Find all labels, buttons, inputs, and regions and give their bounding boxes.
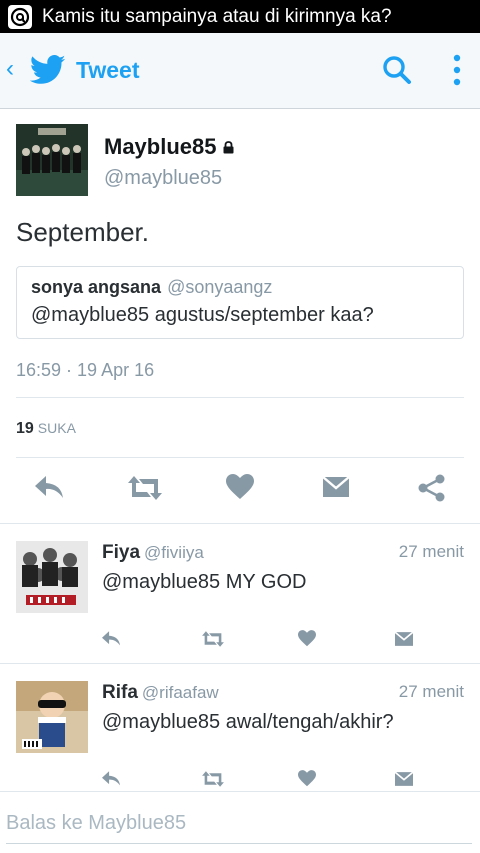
app-bar: ‹ Tweet	[0, 33, 480, 109]
reply-name-text: Rifa	[102, 682, 138, 703]
reply-tweet[interactable]: Rifa @rifaafaw 27 menit @mayblue85 awal/t…	[0, 663, 480, 803]
direct-message-icon[interactable]	[394, 630, 414, 648]
retweet-icon[interactable]	[200, 630, 226, 648]
more-vertical-icon[interactable]	[450, 53, 464, 87]
reply-name-text: Fiya	[102, 542, 141, 563]
reply-author-name: Rifa @rifaafaw	[102, 682, 219, 704]
lock-icon	[223, 140, 233, 153]
retweet-icon[interactable]	[200, 770, 226, 788]
avatar[interactable]	[16, 681, 88, 753]
author-name[interactable]: Mayblue85	[104, 134, 217, 160]
back-chevron-icon[interactable]: ‹	[6, 55, 14, 83]
twitter-bird-icon	[30, 55, 66, 84]
quoted-name-text: sonya angsana	[31, 277, 162, 297]
quoted-tweet-text: @mayblue85 agustus/september kaa?	[31, 304, 374, 326]
reply-text: @mayblue85 awal/tengah/akhir?	[102, 711, 394, 733]
reply-author-handle: @rifaafaw	[141, 683, 219, 702]
direct-message-icon[interactable]	[322, 474, 350, 500]
reply-icon[interactable]	[100, 630, 122, 648]
divider	[16, 397, 464, 398]
quoted-author-handle: @sonyaangz	[167, 277, 273, 297]
tweet-timestamp: 16:59 · 19 Apr 16	[16, 360, 155, 380]
retweet-icon[interactable]	[127, 474, 163, 502]
likes-summary[interactable]: 19 SUKA	[16, 420, 76, 438]
likes-count: 19	[16, 420, 34, 437]
tweet-text: September.	[16, 217, 149, 247]
reply-author-name: Fiya @fiviiya	[102, 542, 204, 564]
author-row: Mayblue85	[104, 134, 234, 160]
avatar[interactable]	[16, 124, 88, 196]
divider	[16, 457, 464, 458]
reply-time: 27 menit	[398, 542, 464, 561]
search-icon[interactable]	[382, 55, 412, 85]
reply-author-handle: @fiviiya	[144, 543, 204, 562]
notification-text: Kamis itu sampainya atau di kirimnya ka?	[42, 5, 392, 27]
reply-text: @mayblue85 MY GOD	[102, 571, 307, 593]
reply-icon[interactable]	[33, 474, 65, 502]
quoted-author-name: sonya angsana @sonyaangz	[31, 277, 272, 298]
at-sign-icon	[8, 4, 32, 29]
direct-message-icon[interactable]	[394, 770, 414, 788]
main-tweet: Mayblue85 @mayblue85 September. sonya an…	[0, 109, 480, 523]
author-handle: @mayblue85	[104, 167, 223, 189]
heart-icon[interactable]	[226, 474, 254, 500]
likes-label: SUKA	[37, 420, 76, 436]
reply-input[interactable]	[6, 810, 472, 844]
notification-bar[interactable]: Kamis itu sampainya atau di kirimnya ka?	[0, 0, 480, 33]
quoted-tweet[interactable]: sonya angsana @sonyaangz @mayblue85 agust…	[16, 266, 464, 339]
heart-icon[interactable]	[298, 630, 316, 647]
heart-icon[interactable]	[298, 770, 316, 787]
page-title: Tweet	[76, 57, 140, 83]
reply-icon[interactable]	[100, 770, 122, 788]
reply-composer	[0, 791, 480, 853]
avatar[interactable]	[16, 541, 88, 613]
share-icon[interactable]	[418, 474, 446, 502]
reply-tweet[interactable]: Fiya @fiviiya 27 menit @mayblue85 MY GOD	[0, 523, 480, 663]
reply-time: 27 menit	[398, 682, 464, 701]
